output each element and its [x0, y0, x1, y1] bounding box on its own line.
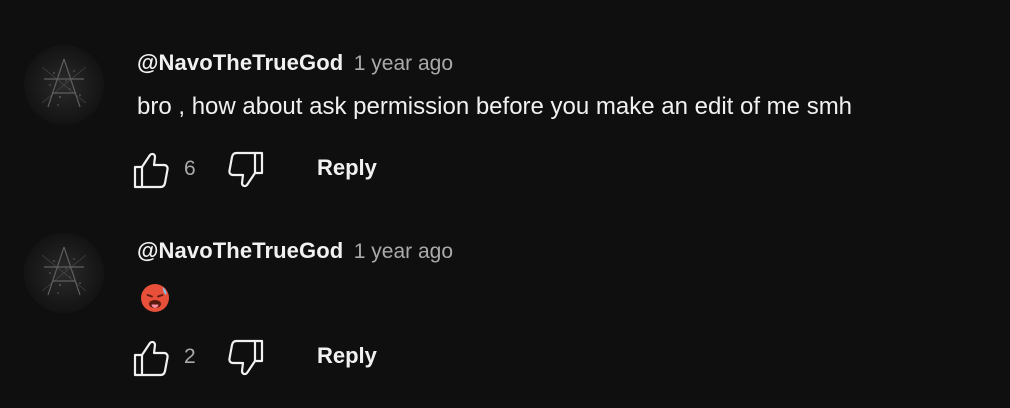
author-name[interactable]: @NavoTheTrueGod [137, 50, 343, 75]
comment-text: bro , how about ask permission before yo… [137, 93, 853, 120]
dislike-button[interactable] [225, 150, 267, 190]
avatar-image [41, 246, 87, 296]
comment-header: @NavoTheTrueGod 1 year ago [137, 238, 453, 268]
published-time[interactable]: 1 year ago [354, 240, 453, 263]
thumbs-down-icon [228, 339, 264, 376]
reply-button[interactable]: Reply [317, 155, 377, 181]
like-button[interactable] [130, 150, 172, 190]
author-name[interactable]: @NavoTheTrueGod [137, 238, 343, 263]
like-count: 6 [184, 157, 196, 180]
dislike-button[interactable] [225, 338, 267, 378]
comment-thread-item: @NavoTheTrueGod 1 year ago bro , how abo… [0, 40, 1010, 220]
published-time[interactable]: 1 year ago [354, 52, 453, 75]
reply-button[interactable]: Reply [317, 343, 377, 369]
thumbs-up-icon [133, 152, 169, 189]
avatar[interactable] [24, 233, 104, 313]
like-count: 2 [184, 345, 196, 368]
hot-face-emoji-icon [141, 284, 169, 312]
thumbs-down-icon [228, 151, 264, 188]
thumbs-up-icon [133, 340, 169, 377]
comment-actions: 2 Reply [130, 338, 430, 378]
avatar[interactable] [24, 45, 104, 125]
avatar-image [41, 58, 87, 108]
comment-header: @NavoTheTrueGod 1 year ago [137, 50, 453, 80]
comment-actions: 6 Reply [130, 150, 430, 190]
like-button[interactable] [130, 338, 172, 378]
comment-thread-item: @NavoTheTrueGod 1 year ago 🥵 2 Reply [0, 228, 1010, 408]
